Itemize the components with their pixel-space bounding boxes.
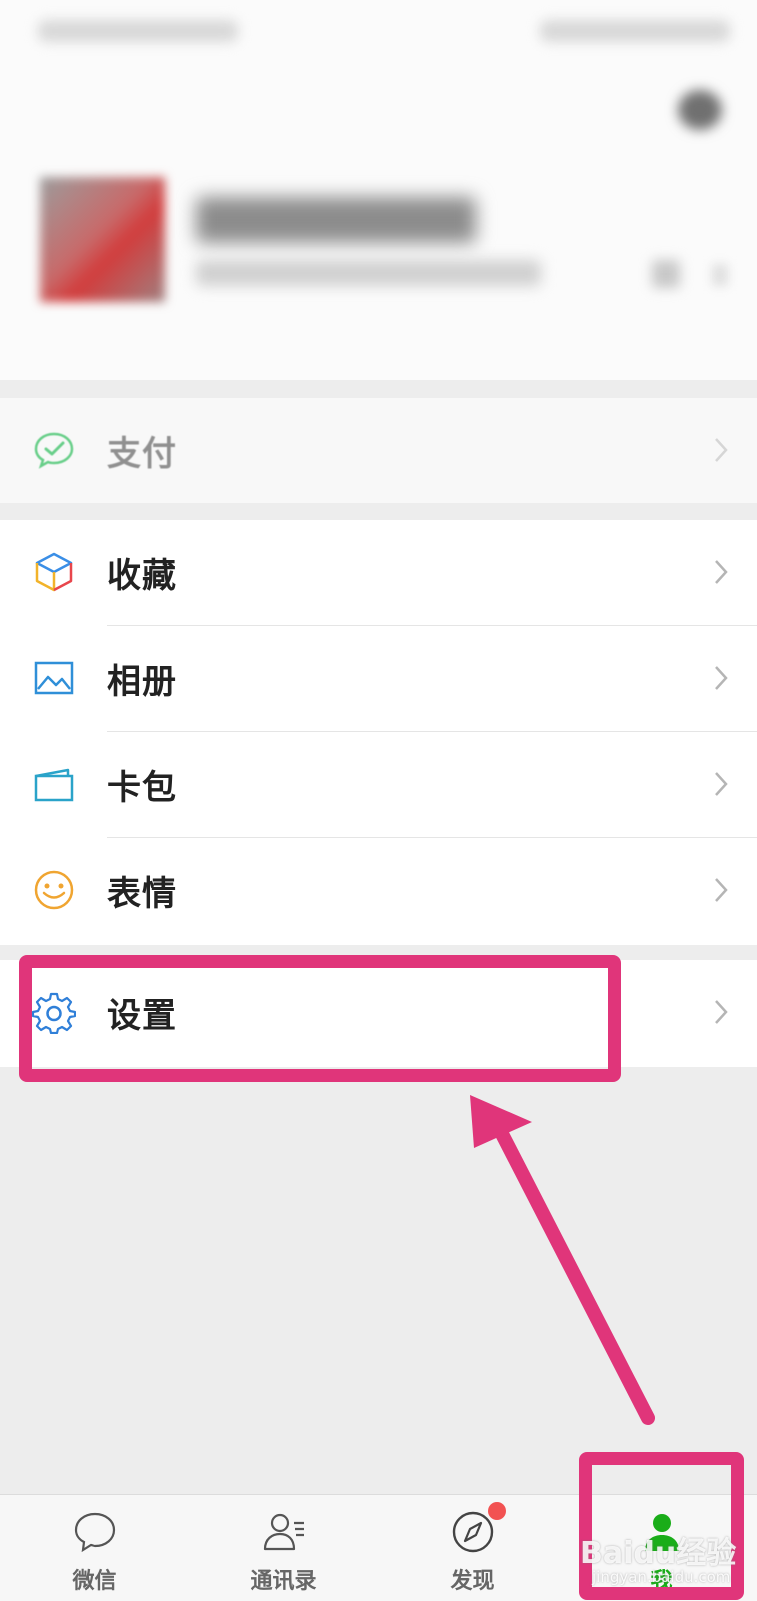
chat-bubble-icon [74, 1512, 116, 1553]
tab-label-chats: 微信 [72, 1569, 117, 1594]
pay-section: 支付 [0, 398, 757, 503]
profile-name-blurred [196, 197, 476, 243]
profile-id-blurred [196, 260, 541, 286]
camera-icon[interactable] [678, 90, 722, 130]
menu-section: 收藏 相册 卡包 表情 [0, 520, 757, 945]
menu-item-favorites[interactable]: 收藏 [0, 520, 757, 626]
chevron-right-icon [715, 666, 728, 690]
menu-label-favorites: 收藏 [107, 556, 177, 596]
chevron-right-icon [712, 264, 728, 286]
highlight-box-settings [19, 955, 621, 1082]
status-carrier-blur [38, 20, 238, 42]
tab-chats[interactable]: 微信 [0, 1495, 189, 1601]
contacts-icon [263, 1513, 304, 1551]
wechat-pay-icon [34, 432, 74, 469]
tab-label-discover: 发现 [450, 1569, 495, 1594]
watermark-text: Baidu经验 [580, 1536, 737, 1571]
album-picture-icon [34, 661, 74, 695]
favorites-cube-icon [35, 552, 73, 592]
status-time-battery-blur [540, 20, 730, 42]
tab-contacts[interactable]: 通讯录 [189, 1495, 378, 1601]
menu-label-card-wallet: 卡包 [107, 768, 177, 808]
chevron-right-icon [715, 438, 728, 462]
menu-label-stickers: 表情 [107, 874, 177, 914]
chevron-right-icon [715, 878, 728, 902]
chevron-right-icon [715, 772, 728, 796]
tab-discover[interactable]: 发现 [378, 1495, 567, 1601]
qr-code-icon[interactable] [652, 260, 680, 288]
chevron-right-icon [715, 1000, 728, 1024]
profile-header[interactable] [0, 62, 757, 380]
tab-label-contacts: 通讯录 [250, 1569, 317, 1594]
watermark-subtext: jingyan.baidu.com [592, 1568, 731, 1586]
discover-badge-dot [488, 1502, 506, 1520]
avatar[interactable] [40, 177, 165, 302]
card-wallet-icon [34, 768, 74, 802]
status-bar [0, 0, 757, 62]
menu-item-card-wallet[interactable]: 卡包 [0, 732, 757, 838]
menu-item-album[interactable]: 相册 [0, 626, 757, 732]
menu-item-stickers[interactable]: 表情 [0, 838, 757, 944]
smiley-icon [34, 870, 74, 910]
menu-label-pay: 支付 [107, 434, 177, 474]
menu-item-pay[interactable]: 支付 [0, 398, 757, 504]
menu-label-album: 相册 [107, 662, 177, 702]
chevron-right-icon [715, 560, 728, 584]
